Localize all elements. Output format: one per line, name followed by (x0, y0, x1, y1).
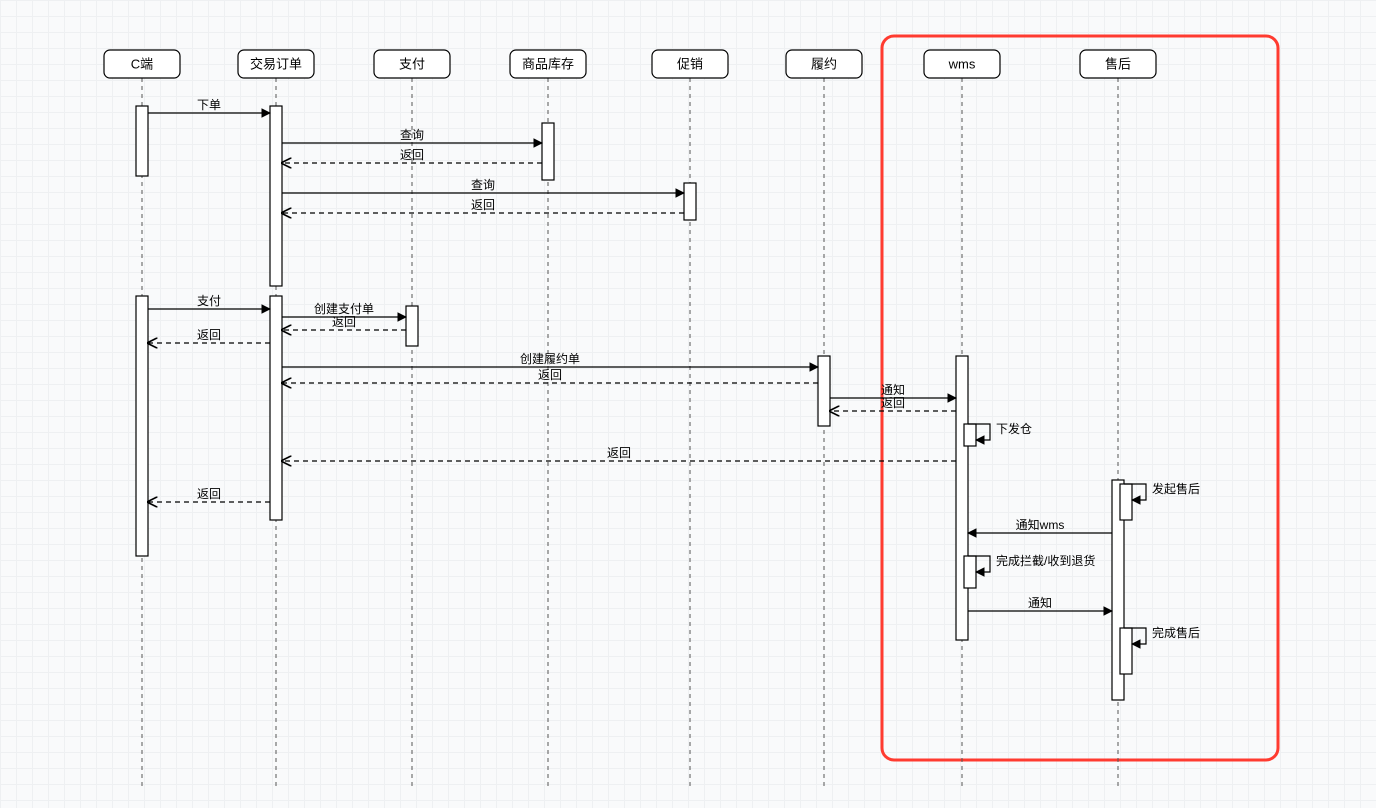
msg-label-3: 查询 (471, 178, 495, 192)
msg-label-13: 下发仓 (996, 421, 1032, 436)
activation-ful (818, 356, 830, 426)
activation-ord (270, 296, 282, 520)
msg-label-9: 创建履约单 (520, 351, 580, 366)
msg-label-1: 查询 (400, 128, 424, 142)
self-activation-aft (1120, 628, 1132, 674)
activation-ord (270, 106, 282, 286)
msg-label-6: 创建支付单 (314, 302, 374, 316)
activation-c (136, 296, 148, 556)
actor-label-promo: 促销 (677, 56, 703, 71)
msg-label-4: 返回 (471, 198, 495, 212)
msg-label-5: 支付 (197, 294, 221, 308)
activation-promo (684, 183, 696, 220)
msg-label-18: 完成拦截/收到退货 (996, 553, 1095, 568)
self-activation-aft (1120, 484, 1132, 520)
msg-label-16: 发起售后 (1152, 481, 1200, 496)
actor-label-inv: 商品库存 (522, 56, 574, 71)
actor-label-aft: 售后 (1105, 56, 1131, 71)
actor-label-ord: 交易订单 (250, 56, 302, 71)
msg-label-14: 返回 (607, 446, 631, 460)
msg-label-10: 返回 (538, 368, 562, 382)
msg-label-7: 返回 (332, 315, 356, 329)
actor-label-c: C端 (131, 56, 153, 71)
activation-c (136, 106, 148, 176)
self-activation-wms (964, 424, 976, 446)
msg-label-17: 通知wms (1016, 518, 1065, 532)
actor-label-wms: wms (948, 56, 976, 71)
actor-label-pay: 支付 (399, 56, 425, 71)
msg-label-12: 返回 (881, 396, 905, 410)
msg-label-15: 返回 (197, 487, 221, 501)
msg-label-0: 下单 (197, 98, 221, 112)
activation-wms (956, 356, 968, 640)
activation-pay (406, 306, 418, 346)
self-activation-wms (964, 556, 976, 588)
activation-inv (542, 123, 554, 180)
msg-label-8: 返回 (197, 328, 221, 342)
actor-label-ful: 履约 (811, 56, 837, 71)
msg-label-20: 完成售后 (1152, 625, 1200, 640)
msg-label-2: 返回 (400, 148, 424, 162)
msg-label-11: 通知 (881, 383, 905, 397)
sequence-diagram: C端交易订单支付商品库存促销履约wms售后下单查询返回查询返回支付创建支付单返回… (0, 0, 1376, 808)
msg-label-19: 通知 (1028, 596, 1052, 610)
